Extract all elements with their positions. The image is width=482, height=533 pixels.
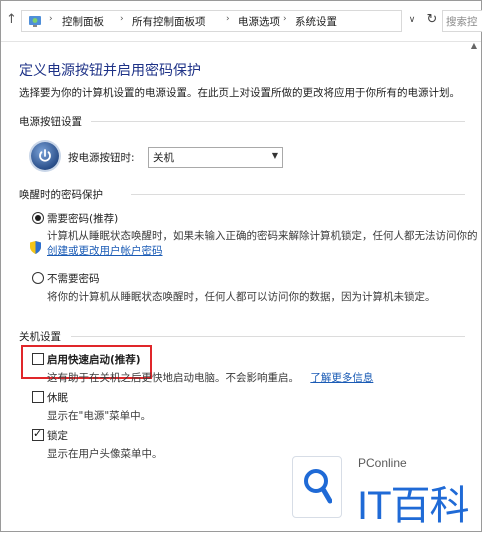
scroll-up-icon[interactable]: ▲ — [467, 41, 481, 53]
checkbox-label-fast-startup[interactable]: 启用快速启动(推荐) — [47, 352, 141, 367]
breadcrumb[interactable]: › 控制面板 › 所有控制面板项 › 电源选项 › 系统设置 — [21, 10, 402, 32]
checkbox-label-hibernate[interactable]: 休眠 — [47, 390, 68, 405]
page-description: 选择要为你的计算机设置的电源设置。在此页上对设置所做的更改将应用于你所有的电源计… — [19, 87, 460, 99]
chevron-down-icon[interactable]: ∨ — [404, 10, 420, 30]
power-button-action-select[interactable]: 关机 ▼ — [148, 147, 283, 168]
divider — [71, 336, 465, 337]
watermark-brand: PConline — [358, 456, 407, 470]
search-input[interactable]: 搜索控 — [442, 10, 482, 32]
option-label-no-password[interactable]: 不需要密码 — [47, 271, 100, 286]
control-panel-icon — [29, 16, 41, 27]
divider — [91, 121, 465, 122]
address-bar: ↑ › 控制面板 › 所有控制面板项 › 电源选项 › 系统设置 ∨ ↻ 搜索控 — [1, 1, 482, 42]
radio-no-password[interactable] — [32, 272, 44, 284]
refresh-icon[interactable]: ↻ — [424, 11, 440, 29]
power-button-label: 按电源按钮时: — [68, 152, 135, 164]
option-label-require-password[interactable]: 需要密码(推荐) — [47, 211, 118, 226]
watermark-title: IT百科 — [357, 484, 470, 528]
select-value: 关机 — [153, 152, 174, 164]
breadcrumb-separator-icon: › — [226, 14, 230, 24]
checkbox-lock[interactable] — [32, 427, 44, 441]
section-label-wake-password: 唤醒时的密码保护 — [19, 189, 103, 201]
checkbox-description: 这有助于在关机之后更快地启动电脑。不会影响重启。 了解更多信息 — [47, 370, 373, 385]
checkbox-label-lock[interactable]: 锁定 — [47, 428, 68, 443]
checkbox-hibernate[interactable] — [32, 391, 44, 403]
learn-more-link[interactable]: 了解更多信息 — [310, 372, 373, 384]
checkbox-fast-startup[interactable] — [32, 353, 44, 365]
option-description: 将你的计算机从睡眠状态唤醒时，任何人都可以访问你的数据，因为计算机未锁定。 — [47, 291, 436, 303]
breadcrumb-item[interactable]: 电源选项 — [238, 14, 280, 29]
breadcrumb-separator-icon: › — [120, 14, 124, 24]
fast-startup-description: 这有助于在关机之后更快地启动电脑。不会影响重启。 — [47, 372, 299, 384]
shield-icon — [30, 241, 41, 254]
breadcrumb-separator-icon: › — [49, 14, 53, 24]
breadcrumb-item[interactable]: 系统设置 — [295, 14, 337, 29]
create-password-link[interactable]: 创建或更改用户帐户密码 — [47, 243, 163, 258]
breadcrumb-separator-icon: › — [283, 14, 287, 24]
checkbox-description: 显示在"电源"菜单中。 — [47, 410, 152, 422]
option-description: 计算机从睡眠状态唤醒时，如果未输入正确的密码来解除计算机锁定，任何人都无法访问你… — [47, 230, 478, 242]
breadcrumb-item[interactable]: 控制面板 — [62, 14, 104, 29]
chevron-down-icon: ▼ — [271, 151, 278, 160]
power-icon — [31, 142, 59, 170]
breadcrumb-item[interactable]: 所有控制面板项 — [132, 14, 206, 29]
checkbox-description: 显示在用户头像菜单中。 — [47, 448, 163, 460]
search-placeholder: 搜索控 — [446, 16, 478, 28]
section-label-power-button: 电源按钮设置 — [19, 116, 82, 128]
watermark: PConline IT百科 — [283, 449, 482, 533]
section-label-shutdown: 关机设置 — [19, 331, 61, 343]
magnifier-logo-icon — [292, 456, 342, 518]
page-title: 定义电源按钮并启用密码保护 — [19, 63, 201, 79]
radio-require-password[interactable] — [32, 212, 44, 224]
up-arrow-icon[interactable]: ↑ — [6, 12, 17, 27]
divider — [131, 194, 465, 195]
